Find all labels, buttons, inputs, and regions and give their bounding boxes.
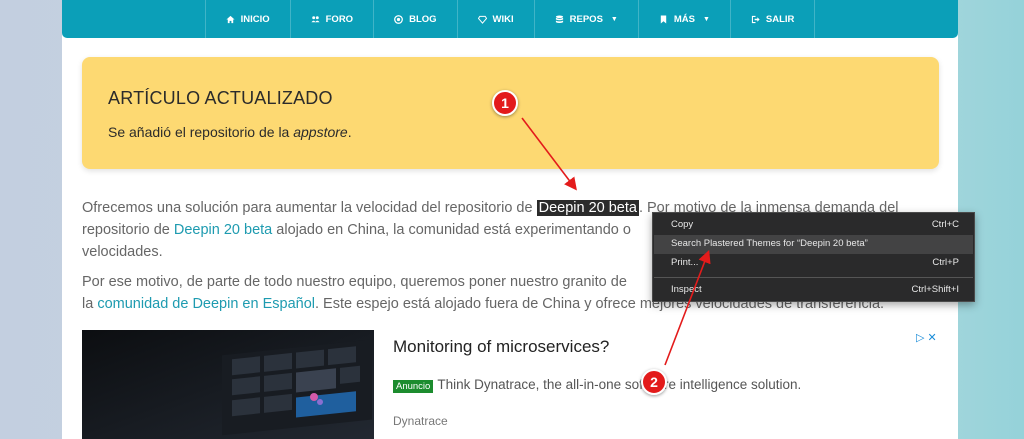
ad-headline[interactable]: Monitoring of microservices? xyxy=(393,337,609,357)
nav-item-repos[interactable]: REPOS ▼ xyxy=(535,0,639,38)
alert-text-before: Se añadió el repositorio de la xyxy=(108,124,294,140)
alert-text-emphasis: appstore xyxy=(293,124,348,140)
menu-item-label: Search Plastered Themes for “Deepin 20 b… xyxy=(671,238,868,249)
context-menu-search[interactable]: Search Plastered Themes for “Deepin 20 b… xyxy=(654,235,973,254)
ad-text: Anuncio Think Dynatrace, the all-in-one s… xyxy=(393,377,802,393)
chevron-down-icon: ▼ xyxy=(610,15,618,23)
nav-label: FORO xyxy=(325,13,354,25)
menu-item-shortcut: Ctrl+P xyxy=(932,257,959,268)
nav-label: BLOG xyxy=(409,13,437,25)
database-icon xyxy=(555,15,563,23)
community-deepin-link[interactable]: comunidad de Deepin en Español xyxy=(97,296,315,312)
alert-title: ARTÍCULO ACTUALIZADO xyxy=(108,88,333,108)
nav-label: INICIO xyxy=(240,13,270,25)
nav-item-mas[interactable]: MÁS ▼ xyxy=(639,0,731,38)
deepin-20-beta-link[interactable]: Deepin 20 beta xyxy=(174,222,272,238)
chevron-down-icon: ▼ xyxy=(702,15,710,23)
context-menu: Copy Ctrl+C Search Plastered Themes for … xyxy=(652,212,975,302)
context-menu-inspect[interactable]: Inspect Ctrl+Shift+I xyxy=(654,281,973,300)
text-segment: alojado en China, la comunidad está expe… xyxy=(272,222,631,238)
menu-item-label: Print... xyxy=(671,257,699,268)
nav-item-wiki[interactable]: WIKI xyxy=(458,0,535,38)
annotation-marker-1: 1 xyxy=(492,90,518,116)
dashboard-screenshot-icon xyxy=(82,330,374,439)
menu-item-shortcut: Ctrl+C xyxy=(931,219,959,230)
record-icon xyxy=(394,14,403,24)
nav-item-foro[interactable]: FORO xyxy=(291,0,375,38)
menu-item-shortcut: Ctrl+Shift+I xyxy=(911,284,959,295)
sign-out-icon xyxy=(751,15,760,23)
selected-text[interactable]: Deepin 20 beta xyxy=(536,200,639,216)
text-segment: Ofrecemos una solución para aumentar la … xyxy=(82,200,537,216)
top-navbar: INICIO FORO BLOG WIKI REPOS ▼ MÁS ▼ SALI… xyxy=(62,0,958,38)
ad-image[interactable] xyxy=(82,330,374,439)
alert-text-after: . xyxy=(347,124,352,140)
context-menu-print[interactable]: Print... Ctrl+P xyxy=(654,254,973,273)
users-icon xyxy=(311,15,320,22)
diamond-icon xyxy=(477,15,487,24)
nav-label: MÁS xyxy=(673,13,695,25)
menu-separator xyxy=(654,277,973,278)
menu-item-label: Inspect xyxy=(671,284,702,295)
nav-item-blog[interactable]: BLOG xyxy=(374,0,458,38)
annotation-marker-2: 2 xyxy=(641,369,667,395)
nav-label: REPOS xyxy=(569,13,603,25)
ad-description: Think Dynatrace, the all-in-one software… xyxy=(437,377,802,392)
home-icon xyxy=(226,15,235,23)
text-segment: repositorio de xyxy=(82,222,174,238)
ad-brand[interactable]: Dynatrace xyxy=(393,414,448,428)
text-segment: la xyxy=(82,296,98,312)
bookmark-icon xyxy=(660,14,667,24)
alert-text: Se añadió el repositorio de la appstore. xyxy=(108,124,352,140)
ad-choices-icon[interactable]: ▷ ✕ xyxy=(916,331,937,344)
nav-label: WIKI xyxy=(492,13,514,25)
nav-item-salir[interactable]: SALIR xyxy=(731,0,816,38)
menu-item-label: Copy xyxy=(671,219,694,230)
context-menu-copy[interactable]: Copy Ctrl+C xyxy=(654,216,973,235)
ad-badge: Anuncio xyxy=(393,380,434,393)
nav-item-inicio[interactable]: INICIO xyxy=(204,0,291,38)
nav-label: SALIR xyxy=(765,13,795,25)
